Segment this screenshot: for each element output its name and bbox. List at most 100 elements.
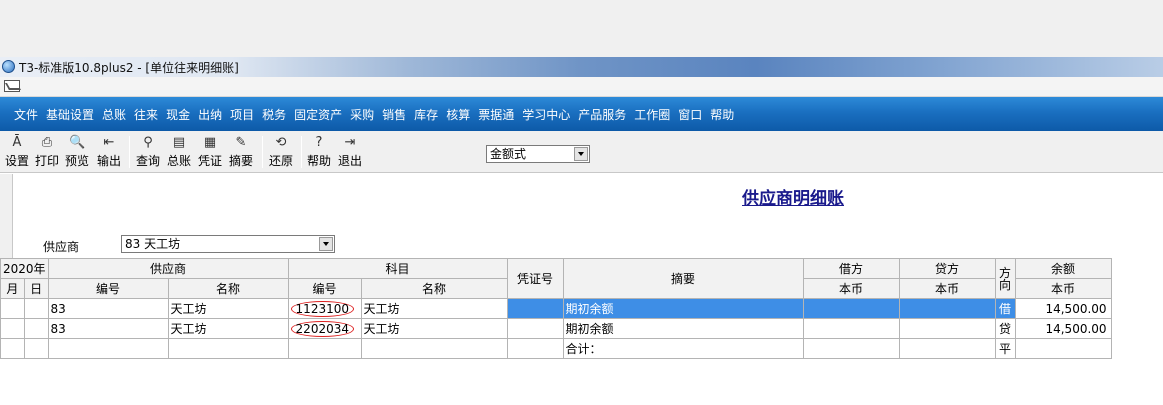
- menu-sales[interactable]: 销售: [382, 106, 406, 123]
- voucher-no-header: 凭证号: [506, 258, 564, 299]
- print-icon: ⎙: [41, 135, 53, 150]
- export-button[interactable]: ⇤ 输出: [94, 135, 124, 171]
- help-icon: ?: [315, 135, 323, 150]
- exit-icon: ⇥: [344, 135, 356, 150]
- supplier-code-cell[interactable]: 83: [47, 318, 169, 339]
- supplier-name-cell[interactable]: 天工坊: [167, 318, 289, 339]
- menu-help[interactable]: 帮助: [710, 106, 734, 123]
- ledger-icon: ▤: [172, 135, 186, 150]
- restore-icon: ⟲: [275, 135, 287, 150]
- menu-work-circle[interactable]: 工作圈: [634, 106, 670, 123]
- menu-inventory[interactable]: 库存: [414, 106, 438, 123]
- subject-group-header: 科目: [287, 258, 508, 279]
- menu-file[interactable]: 文件: [14, 106, 38, 123]
- credit-header: 贷方: [898, 258, 996, 279]
- supplier-code-header: 编号: [47, 278, 169, 299]
- format-select[interactable]: 金额式: [486, 145, 590, 163]
- menu-purchase[interactable]: 采购: [350, 106, 374, 123]
- settings-button[interactable]: Ā 设置: [2, 135, 32, 171]
- menu-window[interactable]: 窗口: [678, 106, 702, 123]
- exit-button[interactable]: ⇥ 退出: [335, 135, 365, 171]
- debit-cell[interactable]: [802, 318, 900, 339]
- credit-cell[interactable]: [898, 318, 996, 339]
- settings-icon: Ā: [12, 135, 22, 150]
- voucher-icon: ▦: [203, 135, 217, 150]
- subject-code-header: 编号: [287, 278, 362, 299]
- supplier-select[interactable]: 83 天工坊: [121, 235, 335, 253]
- day-header: 日: [23, 278, 49, 299]
- total-label-cell[interactable]: 合计：: [562, 338, 804, 359]
- window-title: T3-标准版10.8plus2 - [单位往来明细账]: [19, 61, 239, 75]
- supplier-name-cell[interactable]: 天工坊: [167, 298, 289, 319]
- desktop-background: [0, 0, 1163, 57]
- table-row[interactable]: 83 天工坊 2202034 天工坊 期初余额 贷 14,500.00: [0, 318, 1112, 339]
- supplier-code-cell[interactable]: 83: [47, 298, 169, 319]
- direction-cell[interactable]: 贷: [994, 318, 1016, 339]
- supplier-group-header: 供应商: [47, 258, 289, 279]
- summary-cell[interactable]: 期初余额: [562, 318, 804, 339]
- summary-cell[interactable]: 期初余额: [562, 298, 804, 319]
- month-header: 月: [0, 278, 25, 299]
- menu-costing[interactable]: 核算: [446, 106, 470, 123]
- export-icon: ⇤: [103, 135, 115, 150]
- supplier-label: 供应商: [43, 240, 80, 254]
- subject-code-circled: 1123100: [290, 300, 354, 317]
- system-bar: [0, 77, 1163, 97]
- total-row[interactable]: 合计： 平: [0, 338, 1112, 359]
- menu-learning-center[interactable]: 学习中心: [522, 106, 570, 123]
- restore-button[interactable]: ⟲ 还原: [266, 135, 296, 171]
- menu-accounts[interactable]: 往来: [134, 106, 158, 123]
- total-direction-cell[interactable]: 平: [994, 338, 1016, 359]
- preview-button[interactable]: 🔍 预览: [62, 135, 92, 171]
- window-titlebar[interactable]: T3-标准版10.8plus2 - [单位往来明细账]: [0, 57, 1163, 77]
- toolbar-separator: [262, 136, 263, 168]
- subject-code-circled: 2202034: [290, 320, 354, 337]
- balance-header: 余额: [1014, 258, 1112, 279]
- subject-name-cell[interactable]: 天工坊: [360, 318, 508, 339]
- ledger-button[interactable]: ▤ 总账: [164, 135, 194, 171]
- debit-cell[interactable]: [802, 298, 900, 319]
- direction-header: 方向: [994, 258, 1016, 299]
- menu-cashier[interactable]: 出纳: [198, 106, 222, 123]
- debit-currency-header: 本币: [802, 278, 900, 299]
- query-icon: ⚲: [143, 135, 153, 150]
- menu-general-ledger[interactable]: 总账: [102, 106, 126, 123]
- summary-button[interactable]: ✎ 摘要: [226, 135, 256, 171]
- menu-tax[interactable]: 税务: [262, 106, 286, 123]
- voucher-no-cell[interactable]: [506, 318, 564, 339]
- menu-basic-settings[interactable]: 基础设置: [46, 106, 94, 123]
- chevron-down-icon[interactable]: [319, 237, 333, 251]
- toolbar: Ā 设置 ⎙ 打印 🔍 预览 ⇤ 输出 ⚲ 查询 ▤ 总账 ▦ 凭证 ✎ 摘要 …: [0, 131, 1163, 173]
- credit-currency-header: 本币: [898, 278, 996, 299]
- credit-cell[interactable]: [898, 298, 996, 319]
- help-button[interactable]: ? 帮助: [304, 135, 334, 171]
- report-title: 供应商明细账: [742, 189, 844, 209]
- supplier-name-header: 名称: [167, 278, 289, 299]
- menu-fixed-assets[interactable]: 固定资产: [294, 106, 342, 123]
- toolbar-separator: [301, 136, 302, 168]
- year-header: 2020年: [0, 258, 49, 279]
- balance-cell[interactable]: 14,500.00: [1014, 298, 1112, 319]
- menu-product-service[interactable]: 产品服务: [578, 106, 626, 123]
- voucher-no-cell[interactable]: [506, 298, 564, 319]
- subject-name-header: 名称: [360, 278, 508, 299]
- balance-cell[interactable]: 14,500.00: [1014, 318, 1112, 339]
- menu-cash[interactable]: 现金: [166, 106, 190, 123]
- toolbar-separator: [129, 136, 130, 168]
- subject-code-cell[interactable]: 2202034: [287, 318, 362, 339]
- summary-header: 摘要: [562, 258, 804, 299]
- mail-icon[interactable]: [4, 80, 20, 92]
- chevron-down-icon[interactable]: [574, 147, 588, 161]
- direction-cell[interactable]: 借: [994, 298, 1016, 319]
- menu-bills[interactable]: 票据通: [478, 106, 514, 123]
- voucher-button[interactable]: ▦ 凭证: [195, 135, 225, 171]
- subject-name-cell[interactable]: 天工坊: [360, 298, 508, 319]
- debit-header: 借方: [802, 258, 900, 279]
- left-rail: [0, 174, 12, 258]
- ledger-table: 2020年 供应商 科目 凭证号 摘要 借方 贷方 方向 余额 月 日 编号 名…: [0, 258, 1112, 359]
- menu-project[interactable]: 项目: [230, 106, 254, 123]
- table-row[interactable]: 83 天工坊 1123100 天工坊 期初余额 借 14,500.00: [0, 298, 1112, 319]
- subject-code-cell[interactable]: 1123100: [287, 298, 362, 319]
- query-button[interactable]: ⚲ 查询: [133, 135, 163, 171]
- print-button[interactable]: ⎙ 打印: [32, 135, 62, 171]
